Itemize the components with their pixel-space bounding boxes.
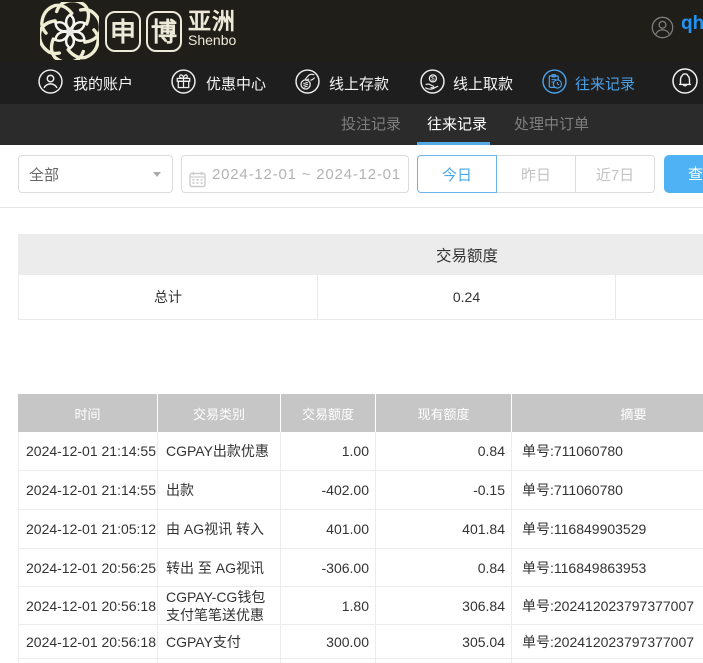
svg-text:$: $ (431, 76, 435, 83)
